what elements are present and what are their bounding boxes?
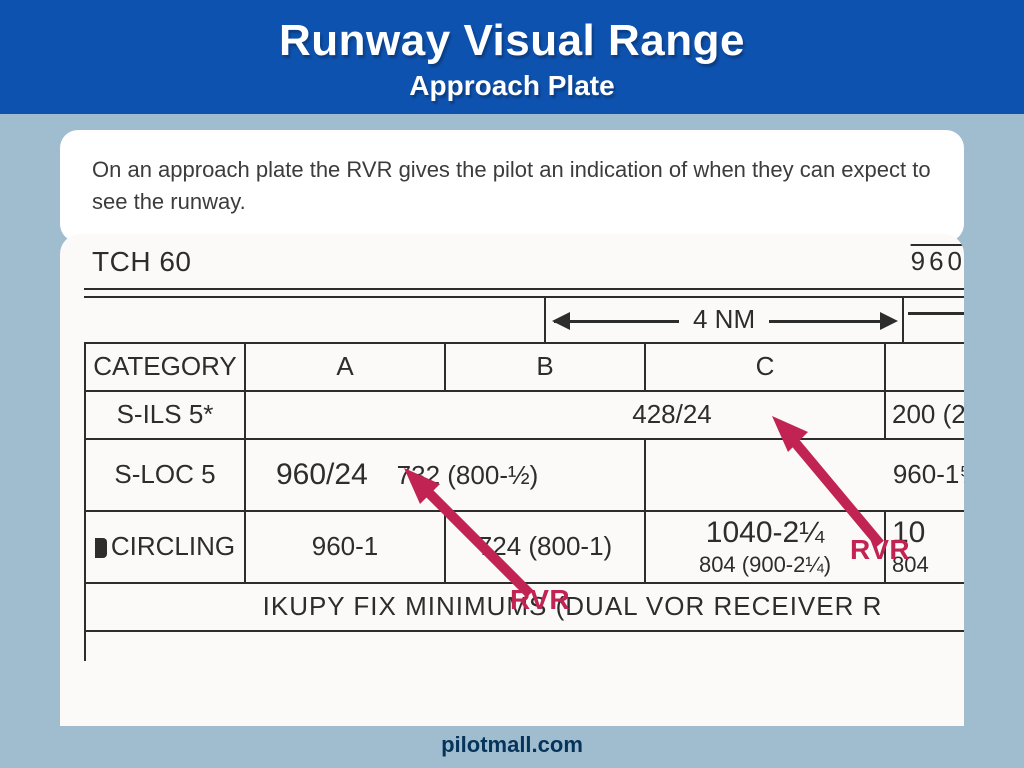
col-category: CATEGORY bbox=[85, 343, 245, 391]
caption-text: On an approach plate the RVR gives the p… bbox=[92, 157, 931, 214]
page-title: Runway Visual Range bbox=[0, 16, 1024, 66]
inverse-c-icon bbox=[95, 538, 107, 558]
row-circling-label: CIRCLING bbox=[85, 511, 245, 583]
tch-value: TCH 60 bbox=[92, 246, 191, 278]
col-a: A bbox=[245, 343, 445, 391]
caption-box: On an approach plate the RVR gives the p… bbox=[60, 130, 964, 242]
col-d-frag bbox=[885, 343, 964, 391]
rvr-callout-1: RVR bbox=[510, 584, 570, 616]
distance-marker: 4 NM bbox=[84, 298, 964, 342]
row-sloc-main: 960/24 bbox=[276, 458, 368, 491]
callout-arrow-icon bbox=[380, 454, 560, 604]
page-subtitle: Approach Plate bbox=[0, 70, 1024, 102]
col-c: C bbox=[645, 343, 885, 391]
row-sils-label: S-ILS 5* bbox=[85, 391, 245, 439]
distance-label: 4 NM bbox=[679, 304, 769, 335]
source-credit: pilotmall.com bbox=[0, 726, 1024, 768]
approach-plate-excerpt: TCH 60 960 4 NM bbox=[60, 234, 964, 726]
top-right-value: 960 bbox=[911, 246, 964, 277]
rvr-callout-2: RVR bbox=[850, 534, 910, 566]
row-sloc-label: S-LOC 5 bbox=[85, 439, 245, 511]
col-b: B bbox=[445, 343, 645, 391]
